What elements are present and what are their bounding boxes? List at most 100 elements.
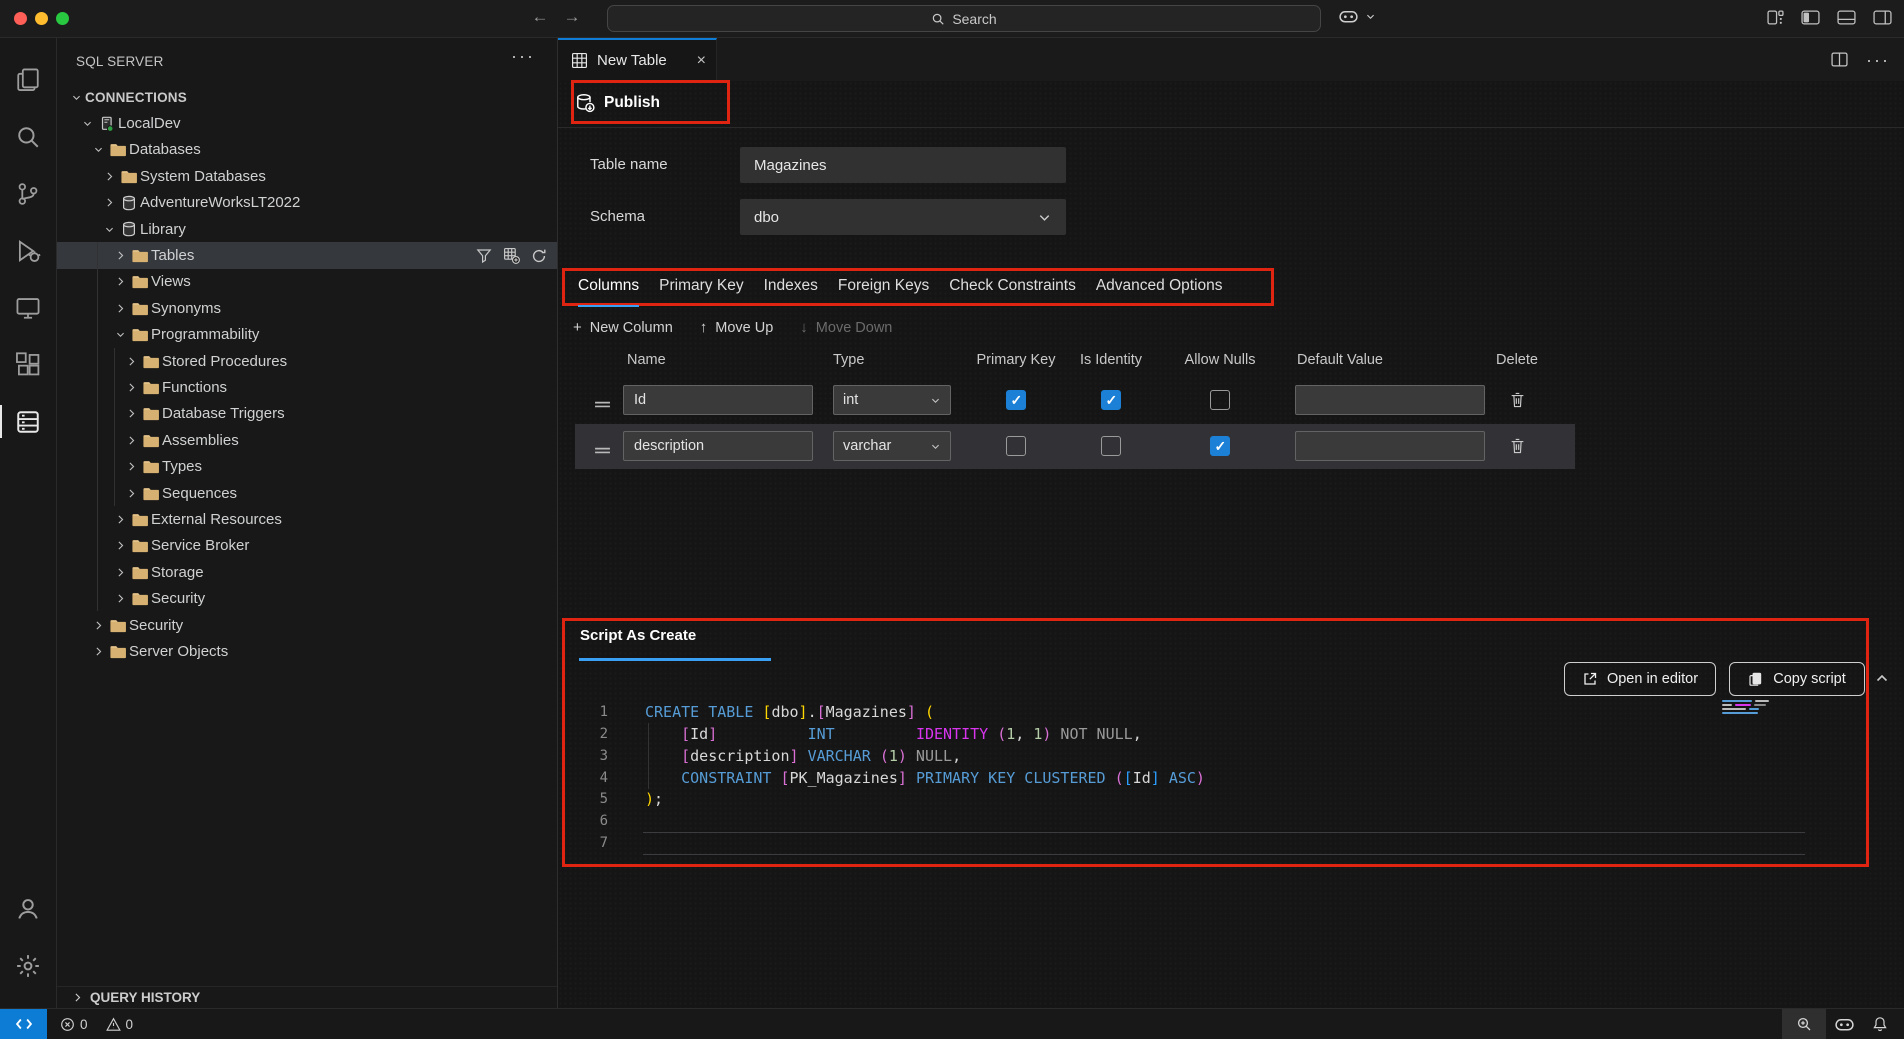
minimap[interactable] [1722, 700, 1788, 724]
tree-item-localdev[interactable]: LocalDev [57, 110, 557, 136]
tree-item-adventureworkslt2022[interactable]: AdventureWorksLT2022 [57, 190, 557, 216]
zoom-status-button[interactable] [1782, 1009, 1826, 1039]
default-value-input[interactable] [1295, 431, 1485, 461]
publish-button[interactable]: Publish [575, 84, 660, 121]
chevron-down-icon[interactable] [89, 144, 107, 155]
copilot-status-button[interactable] [1826, 1016, 1862, 1033]
tree-item-types[interactable]: Types [57, 453, 557, 479]
designer-tab-advanced-options[interactable]: Advanced Options [1096, 271, 1223, 307]
minimize-window-button[interactable] [35, 12, 48, 25]
filter-icon[interactable] [476, 248, 492, 264]
tree-item-library[interactable]: Library [57, 216, 557, 242]
tree-item-functions[interactable]: Functions [57, 374, 557, 400]
customize-layout-icon[interactable] [1767, 10, 1784, 25]
designer-tab-primary-key[interactable]: Primary Key [659, 271, 743, 307]
tree-item-views[interactable]: Views [57, 269, 557, 295]
allow-nulls-checkbox[interactable] [1210, 436, 1230, 456]
zoom-window-button[interactable] [56, 12, 69, 25]
toggle-primary-sidebar-icon[interactable] [1801, 10, 1820, 25]
remote-indicator[interactable] [0, 1009, 47, 1039]
chevron-right-icon[interactable] [122, 460, 140, 473]
chevron-right-icon[interactable] [111, 275, 129, 288]
refresh-icon[interactable] [531, 248, 547, 264]
column-type-select[interactable]: int [833, 385, 951, 415]
tree-item-storage[interactable]: Storage [57, 559, 557, 585]
chevron-right-icon[interactable] [100, 196, 118, 209]
navigate-back-icon[interactable]: ← [528, 7, 552, 27]
column-name-input[interactable] [623, 431, 813, 461]
command-center-search[interactable]: Search [607, 5, 1321, 32]
chevron-right-icon[interactable] [111, 539, 129, 552]
chevron-down-icon[interactable] [67, 92, 85, 103]
activity-item-remote-explorer[interactable] [0, 279, 56, 336]
notifications-bell-button[interactable] [1862, 1016, 1898, 1032]
problems-indicator[interactable]: 0 0 [60, 1009, 133, 1039]
tree-item-connections[interactable]: CONNECTIONS [57, 84, 557, 110]
navigate-forward-icon[interactable]: → [560, 7, 584, 27]
activity-item-source-control[interactable] [0, 165, 56, 222]
drag-handle-icon[interactable] [594, 396, 611, 414]
tree-item-security[interactable]: Security [57, 585, 557, 611]
delete-row-icon[interactable] [1509, 437, 1526, 460]
activity-item-extensions[interactable] [0, 336, 56, 393]
more-actions-icon[interactable]: ··· [511, 46, 535, 67]
chevron-right-icon[interactable] [111, 302, 129, 315]
chevron-right-icon[interactable] [100, 170, 118, 183]
chevron-right-icon[interactable] [111, 513, 129, 526]
is-identity-checkbox[interactable] [1101, 436, 1121, 456]
tree-item-service-broker[interactable]: Service Broker [57, 533, 557, 559]
chevron-right-icon[interactable] [122, 407, 140, 420]
tree-item-database-triggers[interactable]: Database Triggers [57, 401, 557, 427]
toggle-secondary-sidebar-icon[interactable] [1873, 10, 1892, 25]
drag-handle-icon[interactable] [594, 442, 611, 460]
tree-item-external-resources[interactable]: External Resources [57, 506, 557, 532]
chevron-right-icon[interactable] [89, 619, 107, 632]
move-down-button[interactable]: ↓ Move Down [800, 319, 892, 336]
primary-key-checkbox[interactable] [1006, 390, 1026, 410]
chevron-down-icon[interactable] [111, 329, 129, 340]
chevron-right-icon[interactable] [122, 355, 140, 368]
chevron-down-icon[interactable] [78, 118, 96, 129]
schema-select[interactable]: dbo [740, 199, 1066, 235]
script-code-editor[interactable]: 1CREATE TABLE [dbo].[Magazines] (2 [Id] … [558, 701, 1205, 854]
chevron-right-icon[interactable] [122, 434, 140, 447]
query-history-section[interactable]: QUERY HISTORY [57, 986, 557, 1008]
tree-item-stored-procedures[interactable]: Stored Procedures [57, 348, 557, 374]
tree-item-server-objects[interactable]: Server Objects [57, 638, 557, 664]
activity-item-account[interactable] [0, 880, 56, 937]
is-identity-checkbox[interactable] [1101, 390, 1121, 410]
chevron-down-icon[interactable] [100, 224, 118, 235]
chevron-right-icon[interactable] [111, 592, 129, 605]
table-name-input[interactable] [740, 147, 1066, 183]
toggle-panel-icon[interactable] [1837, 10, 1856, 25]
new-table-icon[interactable] [503, 247, 520, 264]
tree-item-sequences[interactable]: Sequences [57, 480, 557, 506]
activity-item-sql-server[interactable] [0, 393, 56, 450]
activity-item-run-and-debug[interactable] [0, 222, 56, 279]
activity-item-explorer[interactable] [0, 51, 56, 108]
copy-script-button[interactable]: Copy script [1729, 662, 1865, 696]
close-tab-icon[interactable]: × [697, 52, 706, 70]
designer-tab-columns[interactable]: Columns [578, 271, 639, 307]
chevron-right-icon[interactable] [111, 566, 129, 579]
activity-item-settings[interactable] [0, 937, 56, 994]
close-window-button[interactable] [14, 12, 27, 25]
new-column-button[interactable]: + New Column [573, 319, 673, 336]
designer-tab-indexes[interactable]: Indexes [764, 271, 818, 307]
tree-item-programmability[interactable]: Programmability [57, 322, 557, 348]
chevron-right-icon[interactable] [89, 645, 107, 658]
designer-tab-foreign-keys[interactable]: Foreign Keys [838, 271, 929, 307]
column-type-select[interactable]: varchar [833, 431, 951, 461]
tree-item-synonyms[interactable]: Synonyms [57, 295, 557, 321]
tree-item-assemblies[interactable]: Assemblies [57, 427, 557, 453]
delete-row-icon[interactable] [1509, 391, 1526, 414]
tree-item-system-databases[interactable]: System Databases [57, 163, 557, 189]
tree-item-databases[interactable]: Databases [57, 137, 557, 163]
designer-tab-check-constraints[interactable]: Check Constraints [949, 271, 1076, 307]
copilot-menu[interactable] [1338, 8, 1376, 25]
column-name-input[interactable] [623, 385, 813, 415]
open-in-editor-button[interactable]: Open in editor [1564, 662, 1716, 696]
chevron-right-icon[interactable] [122, 487, 140, 500]
tree-item-tables[interactable]: Tables [57, 242, 557, 268]
collapse-panel-chevron-icon[interactable] [1874, 670, 1890, 686]
